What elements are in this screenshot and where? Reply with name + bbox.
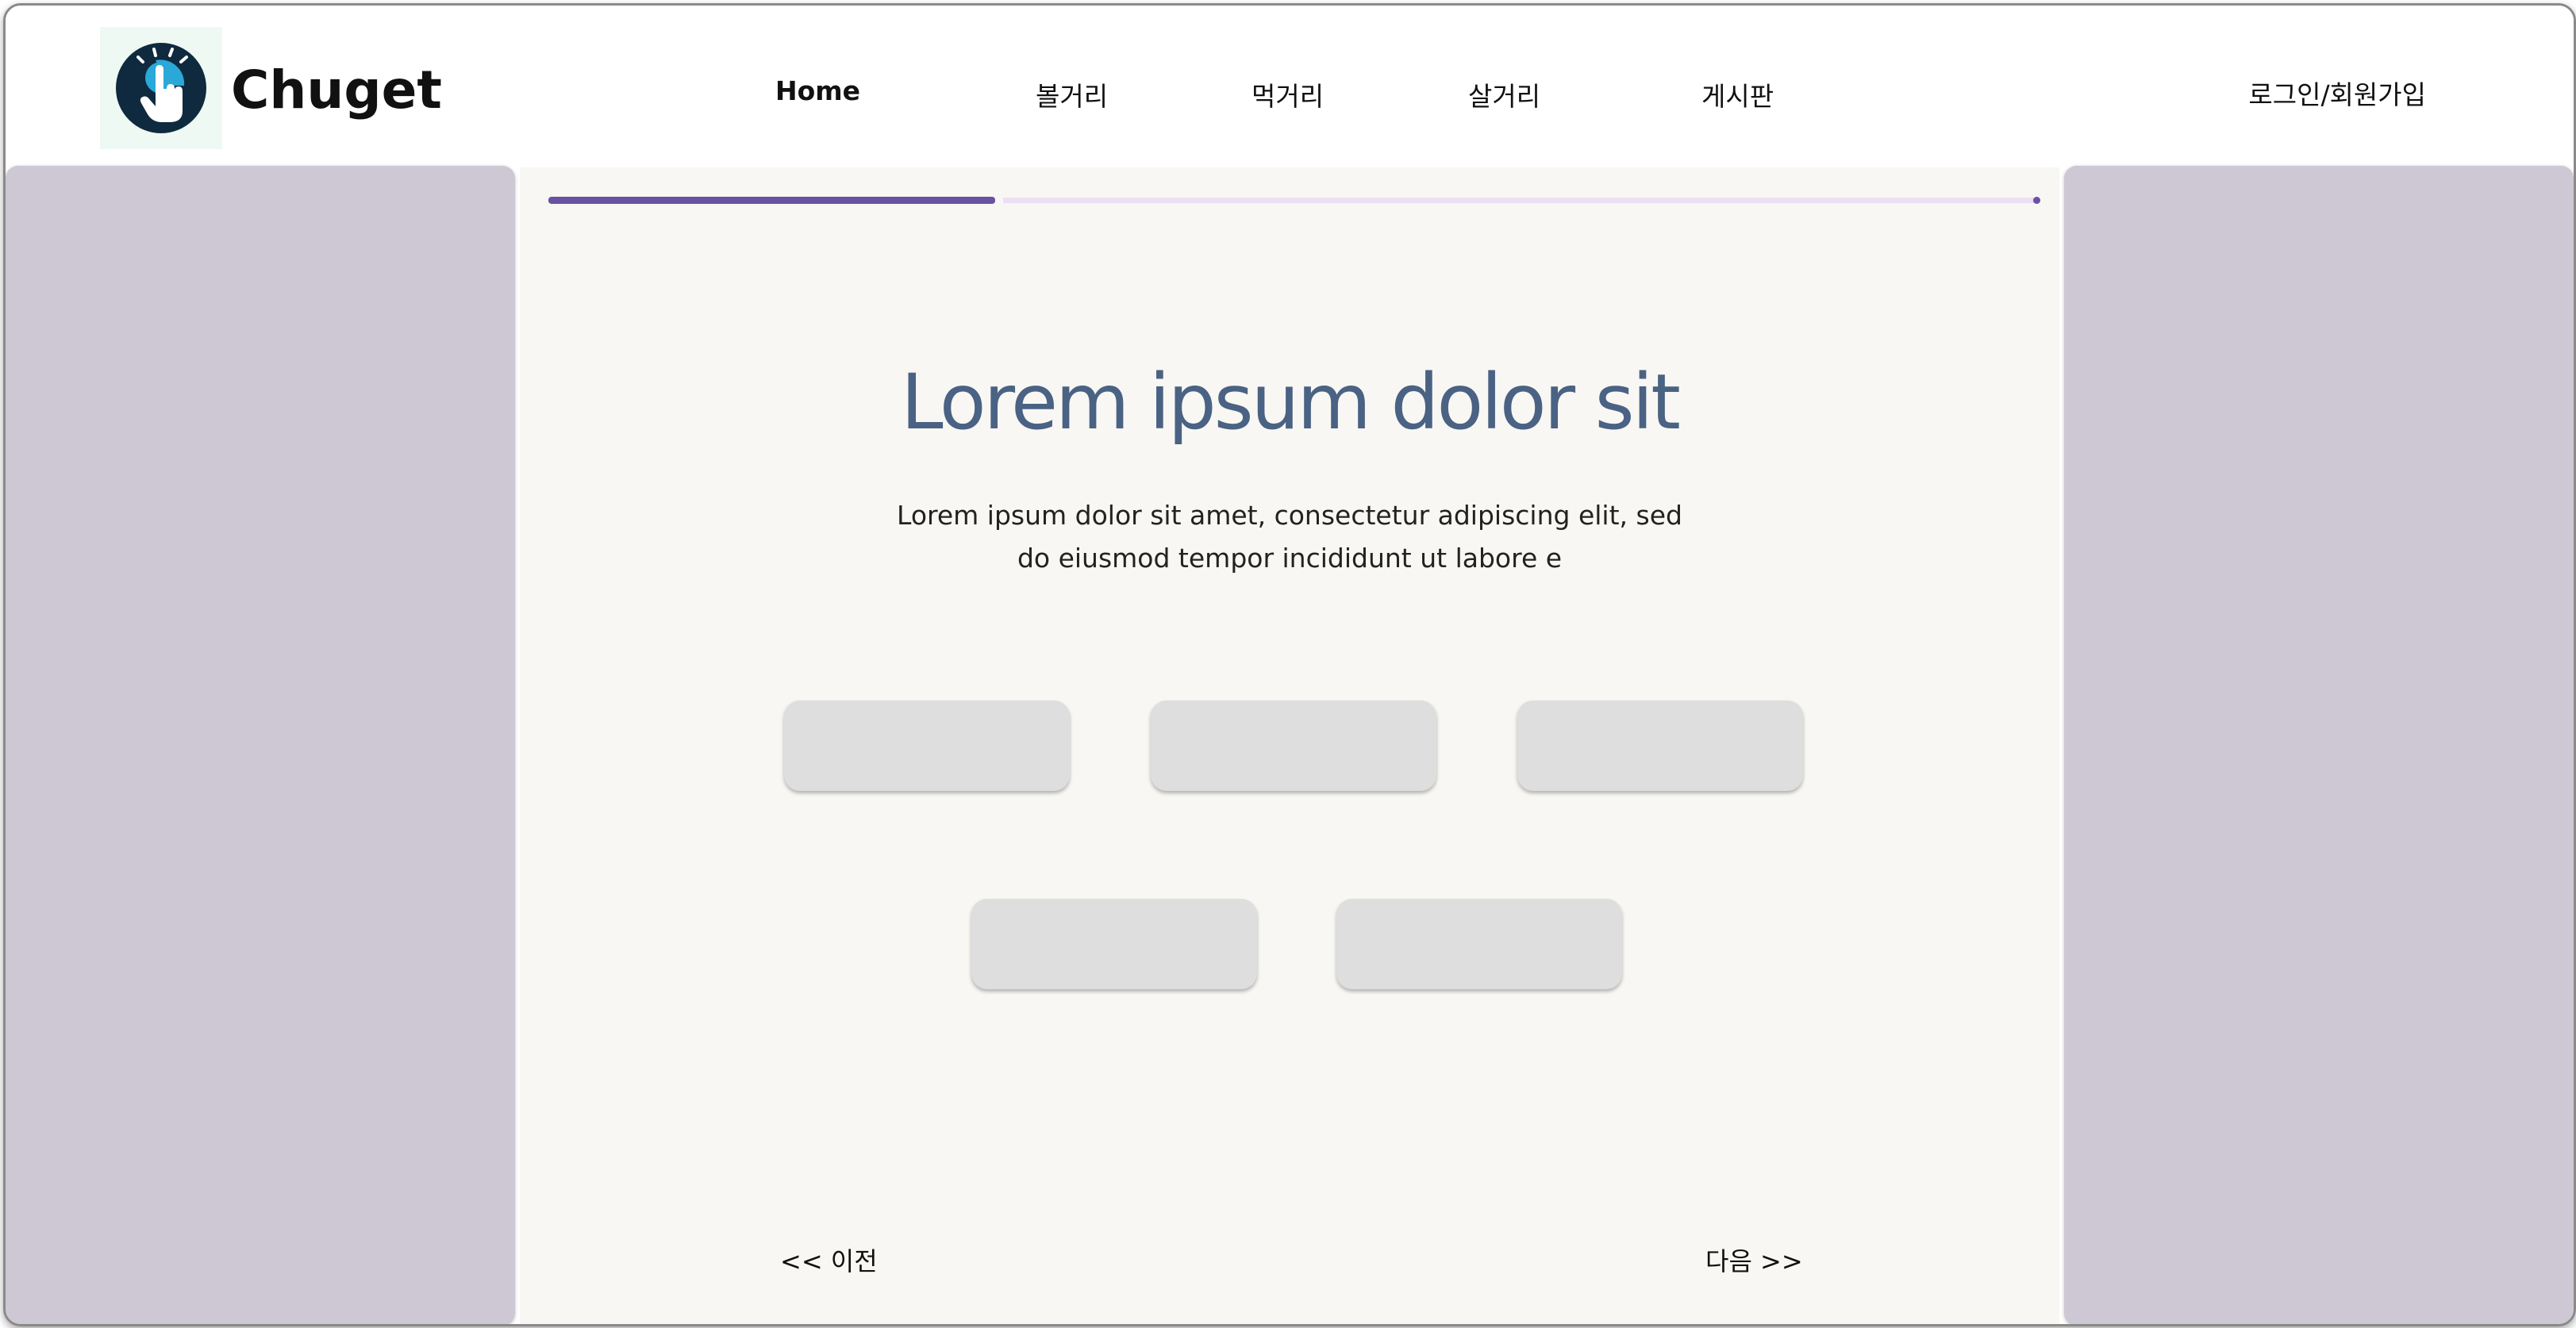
brand-name[interactable]: Chuget <box>231 59 442 121</box>
progress-divider <box>995 197 1003 204</box>
left-side-panel <box>6 166 515 1324</box>
option-button-4[interactable] <box>971 899 1257 989</box>
progress-bar <box>548 197 2040 204</box>
tap-hand-icon <box>116 43 206 133</box>
nav-board[interactable]: 게시판 <box>1701 75 1774 113</box>
login-signup-link[interactable]: 로그인/회원가입 <box>2248 74 2426 112</box>
nav-shopping[interactable]: 살거리 <box>1468 75 1540 113</box>
page-description: Lorem ipsum dolor sit amet, consectetur … <box>853 494 1726 580</box>
description-line-2: do eiusmod tempor incididunt ut labore e <box>1017 543 1563 574</box>
right-side-panel <box>2064 166 2574 1324</box>
main-content: Lorem ipsum dolor sit Lorem ipsum dolor … <box>520 167 2059 1324</box>
app-window: Chuget Home 볼거리 먹거리 살거리 게시판 로그인/회원가입 Lor… <box>3 3 2576 1326</box>
top-header: Chuget Home 볼거리 먹거리 살거리 게시판 로그인/회원가입 <box>6 6 2574 164</box>
nav-home[interactable]: Home <box>775 75 860 106</box>
option-button-3[interactable] <box>1517 700 1803 791</box>
progress-fill <box>548 197 995 204</box>
page-title: Lorem ipsum dolor sit <box>901 358 1681 447</box>
progress-end-dot <box>2033 197 2040 204</box>
description-line-1: Lorem ipsum dolor sit amet, consectetur … <box>897 500 1682 531</box>
option-button-2[interactable] <box>1151 700 1436 791</box>
nav-food[interactable]: 먹거리 <box>1251 75 1324 113</box>
next-button[interactable]: 다음 >> <box>1705 1242 1803 1278</box>
option-button-1[interactable] <box>784 700 1070 791</box>
prev-button[interactable]: << 이전 <box>780 1242 878 1278</box>
nav-attractions[interactable]: 볼거리 <box>1036 75 1108 113</box>
logo[interactable] <box>100 27 222 149</box>
option-button-5[interactable] <box>1336 899 1622 989</box>
